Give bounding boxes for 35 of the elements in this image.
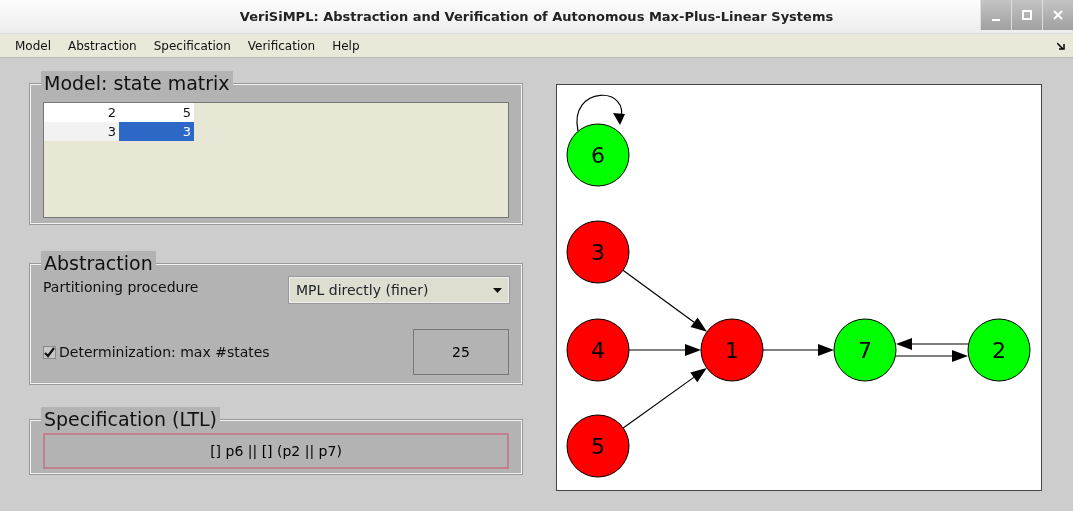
edge-arrow bbox=[762, 344, 834, 356]
menu-item[interactable]: Abstraction bbox=[61, 36, 144, 55]
close-button[interactable] bbox=[1042, 0, 1073, 30]
node-label: 3 bbox=[591, 240, 605, 265]
menu-item[interactable]: Help bbox=[325, 36, 367, 55]
checkbox[interactable] bbox=[43, 345, 56, 359]
minimize-icon bbox=[992, 19, 1000, 21]
panel-title: Specification (LTL) bbox=[41, 407, 220, 431]
ltl-formula-field[interactable]: [] p6 || [] (p2 || p7) bbox=[43, 433, 509, 469]
matrix-cell[interactable]: 3 bbox=[119, 122, 194, 141]
node-label: 6 bbox=[591, 143, 605, 168]
maximize-icon bbox=[1022, 10, 1032, 20]
window-title: VeriSiMPL: Abstraction and Verification of Autonomous Max-Plus-Linear Systems bbox=[238, 8, 835, 26]
maximize-button[interactable] bbox=[1011, 0, 1042, 30]
resize-arrow-icon bbox=[1057, 42, 1065, 50]
menu-item[interactable]: Model bbox=[8, 36, 59, 55]
minimize-button[interactable] bbox=[980, 0, 1011, 30]
close-icon bbox=[1053, 10, 1063, 20]
checkmark-icon bbox=[44, 346, 55, 358]
node-label: 1 bbox=[725, 338, 739, 363]
node-label: 4 bbox=[591, 338, 605, 363]
matrix-cell[interactable]: 2 bbox=[44, 103, 119, 122]
partitioning-dropdown[interactable]: MPL directly (finer) bbox=[289, 277, 509, 303]
menu-item[interactable]: Verification bbox=[240, 36, 323, 55]
field-label: Partitioning procedure bbox=[43, 278, 199, 297]
self-loop-arrow bbox=[576, 94, 625, 132]
menu-item[interactable]: Specification bbox=[146, 36, 238, 55]
max-states-field[interactable]: 25 bbox=[413, 329, 509, 375]
node-label: 7 bbox=[858, 338, 872, 363]
node-label: 5 bbox=[591, 434, 605, 459]
determinization-checkbox[interactable]: Determinization: max #states bbox=[43, 341, 270, 363]
matrix-cell[interactable]: 3 bbox=[44, 122, 119, 141]
matrix-cell[interactable]: 5 bbox=[119, 103, 194, 122]
caret-icon bbox=[493, 287, 502, 293]
node-label: 2 bbox=[992, 338, 1006, 363]
